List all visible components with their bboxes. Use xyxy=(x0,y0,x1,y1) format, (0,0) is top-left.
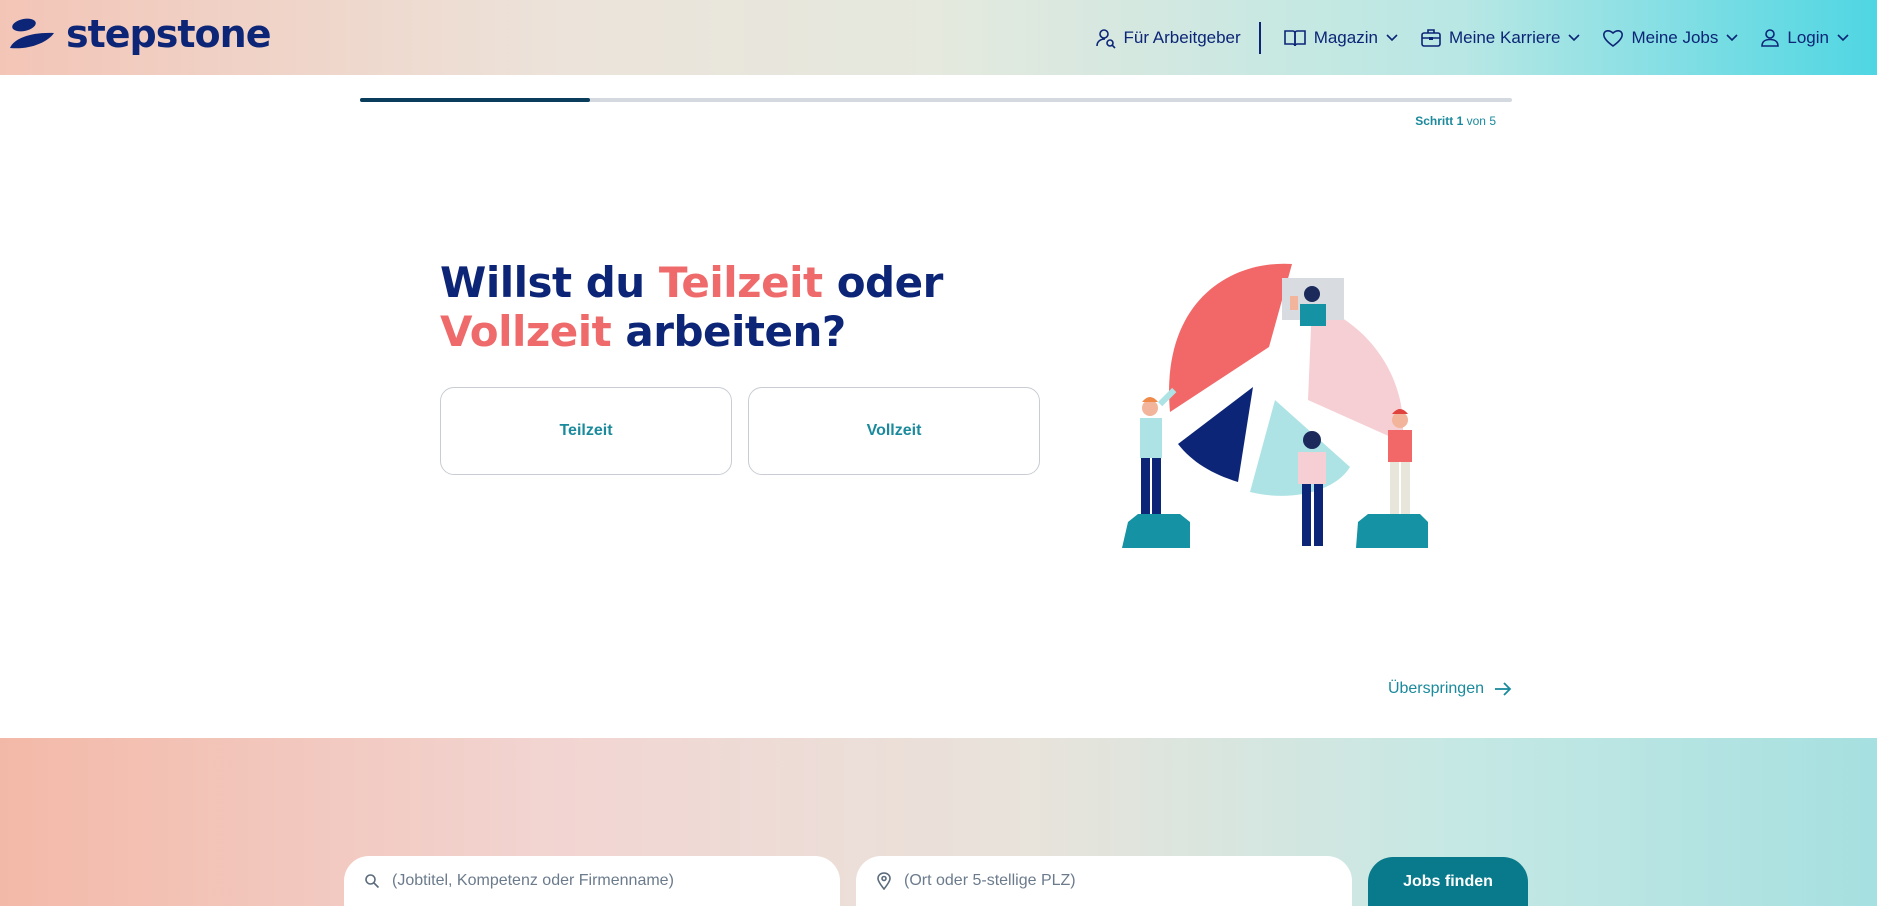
location-search-input[interactable]: (Ort oder 5-stellige PLZ) xyxy=(856,856,1352,906)
step-of: von xyxy=(1466,114,1486,128)
find-jobs-button[interactable]: Jobs finden xyxy=(1368,857,1528,906)
keyword-search-input[interactable]: (Jobtitel, Kompetenz oder Firmenname) xyxy=(344,856,840,906)
stepstone-logo[interactable]: stepstone xyxy=(8,12,271,56)
skip-label: Überspringen xyxy=(1387,680,1484,697)
nav-login-label: Login xyxy=(1787,27,1829,47)
main-nav: Für Arbeitgeber Magazin Meine Karriere M… xyxy=(1073,0,1850,75)
step-indicator: Schritt 1 von 5 xyxy=(1415,114,1496,128)
nav-career[interactable]: Meine Karriere xyxy=(1420,28,1581,48)
highlight-part-time: Teilzeit xyxy=(658,258,823,307)
skip-link[interactable]: Überspringen xyxy=(1388,680,1512,698)
location-placeholder: (Ort oder 5-stellige PLZ) xyxy=(904,872,1076,889)
chevron-down-icon xyxy=(1568,33,1581,41)
progress-bar xyxy=(360,98,1512,102)
question-heading: Willst du Teilzeit oder Vollzeit arbeite… xyxy=(440,258,943,356)
pie-chart-people-illustration xyxy=(1122,263,1428,548)
nav-employer[interactable]: Für Arbeitgeber xyxy=(1095,27,1241,49)
option-part-time-button[interactable]: Teilzeit xyxy=(440,387,732,475)
nav-divider xyxy=(1258,21,1261,54)
nav-my-jobs[interactable]: Meine Jobs xyxy=(1602,28,1738,48)
logo-text: stepstone xyxy=(66,12,271,56)
step-label: Schritt 1 xyxy=(1415,114,1464,128)
nav-employer-label: Für Arbeitgeber xyxy=(1123,27,1241,47)
highlight-full-time: Vollzeit xyxy=(440,307,612,356)
step-total: 5 xyxy=(1489,114,1496,128)
nav-career-label: Meine Karriere xyxy=(1448,27,1561,47)
option-full-time-button[interactable]: Vollzeit xyxy=(748,387,1040,475)
chevron-down-icon xyxy=(1386,33,1398,41)
briefcase-icon xyxy=(1421,28,1441,47)
search-icon xyxy=(365,874,380,889)
heart-icon xyxy=(1603,29,1624,47)
nav-magazine-label: Magazin xyxy=(1313,27,1378,47)
arrow-right-icon xyxy=(1495,682,1512,696)
person-search-icon xyxy=(1095,28,1116,49)
keyword-placeholder: (Jobtitel, Kompetenz oder Firmenname) xyxy=(392,872,674,889)
book-icon xyxy=(1283,29,1306,46)
chevron-down-icon xyxy=(1726,33,1738,41)
logo-mark-icon xyxy=(10,18,54,49)
progress-bar-fill xyxy=(360,98,591,102)
chevron-down-icon xyxy=(1837,33,1849,41)
nav-magazine[interactable]: Magazin xyxy=(1283,28,1398,48)
nav-my-jobs-label: Meine Jobs xyxy=(1631,27,1719,47)
user-icon xyxy=(1761,28,1780,47)
site-header: stepstone Für Arbeitgeber Magazin Meine … xyxy=(0,0,1877,75)
nav-login[interactable]: Login xyxy=(1760,28,1849,48)
location-pin-icon xyxy=(877,872,891,890)
